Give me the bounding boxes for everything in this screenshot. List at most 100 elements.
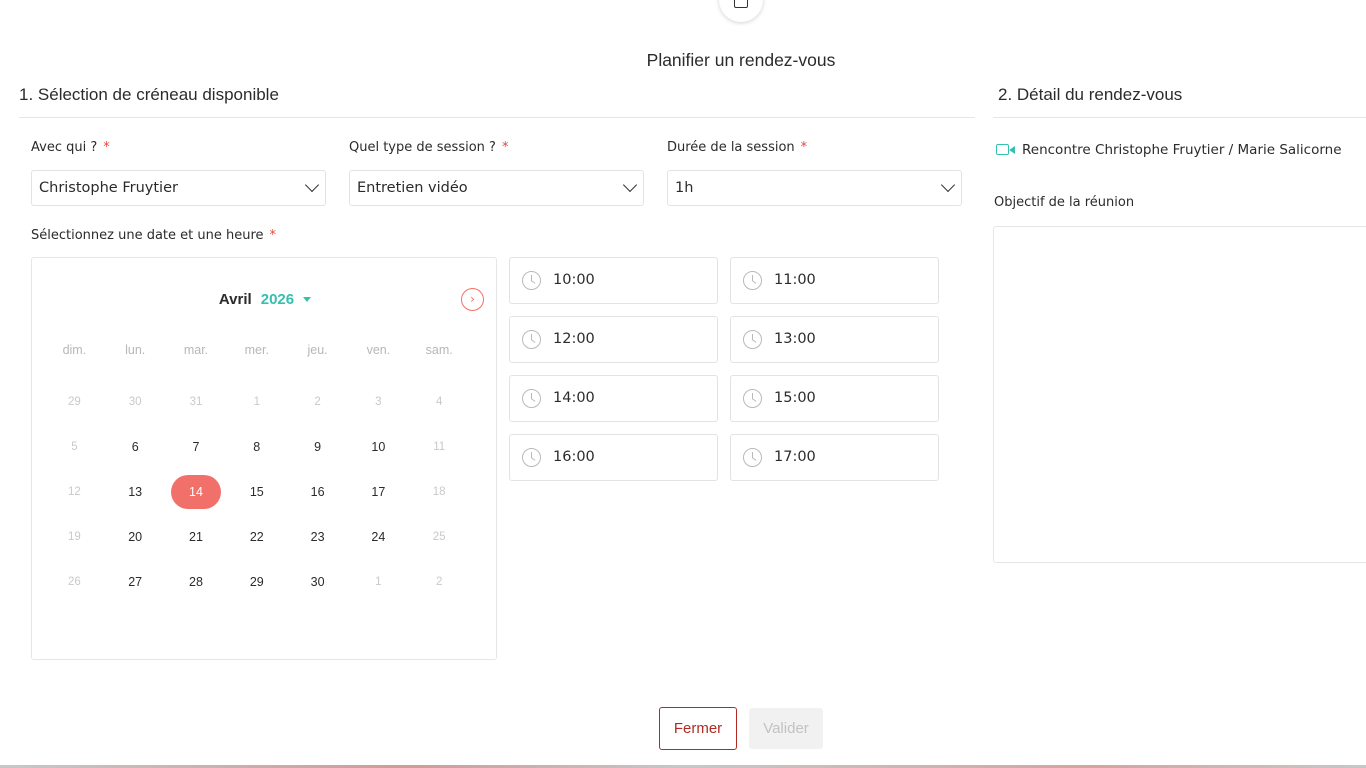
calendar-day[interactable]: 21 xyxy=(166,514,227,559)
weekday-label: lun. xyxy=(125,343,146,357)
calendar-day-number: 30 xyxy=(128,395,142,408)
date-time-label-text: Sélectionnez une date et une heure xyxy=(31,228,264,243)
calendar-day: 12 xyxy=(44,469,105,514)
calendar-day[interactable]: 28 xyxy=(166,559,227,604)
clock-icon xyxy=(743,330,762,349)
calendar-day-number: 23 xyxy=(310,529,325,544)
calendar-day-number: 19 xyxy=(67,530,81,543)
time-slot[interactable]: 14:00 xyxy=(509,375,718,422)
calendar-day-number: 12 xyxy=(67,485,81,498)
calendar-day-number: 14 xyxy=(170,474,221,509)
calendar-day[interactable]: 27 xyxy=(105,559,166,604)
calendar-year-selector[interactable]: 2026 xyxy=(261,289,312,308)
calendar-day: 5 xyxy=(44,424,105,469)
calendar-day: 4 xyxy=(409,379,470,424)
time-slot-label: 10:00 xyxy=(553,272,595,288)
calendar-day[interactable]: 22 xyxy=(226,514,287,559)
calendar-day-number: 31 xyxy=(189,395,203,408)
calendar-day: 2 xyxy=(287,379,348,424)
chevron-down-icon xyxy=(940,177,956,193)
calendar-day[interactable]: 24 xyxy=(348,514,409,559)
calendar-day: 29 xyxy=(44,379,105,424)
calendar-day: 30 xyxy=(105,379,166,424)
with-who-select[interactable]: Christophe Fruytier xyxy=(31,170,326,206)
time-slot[interactable]: 16:00 xyxy=(509,434,718,481)
calendar-day-number: 1 xyxy=(253,395,260,408)
required-mark: * xyxy=(501,140,509,155)
calendar-icon xyxy=(734,0,748,8)
calendar-day[interactable]: 15 xyxy=(226,469,287,514)
close-button[interactable]: Fermer xyxy=(659,707,737,750)
calendar-day-number: 26 xyxy=(67,575,81,588)
weekday-label: sam. xyxy=(425,343,453,357)
date-picker-calendar: Avril 2026 › dim. lun. mar. mer. jeu. ven. sam… xyxy=(31,257,497,660)
calendar-day-number: 16 xyxy=(310,484,325,499)
calendar-day[interactable]: 7 xyxy=(166,424,227,469)
session-type-label: Quel type de session ? * xyxy=(349,140,508,155)
duration-label: Durée de la session * xyxy=(667,140,807,155)
calendar-day[interactable]: 8 xyxy=(226,424,287,469)
validate-button[interactable]: Valider xyxy=(749,708,823,749)
calendar-day-number: 9 xyxy=(314,439,322,454)
clock-icon xyxy=(522,271,541,290)
calendar-day[interactable]: 16 xyxy=(287,469,348,514)
calendar-day-number: 29 xyxy=(249,574,264,589)
calendar-day[interactable]: 23 xyxy=(287,514,348,559)
time-slot[interactable]: 17:00 xyxy=(730,434,939,481)
next-month-button[interactable]: › xyxy=(461,288,484,311)
calendar-weekdays: dim. lun. mar. mer. jeu. ven. sam. xyxy=(44,343,474,357)
calendar-day: 26 xyxy=(44,559,105,604)
time-slot[interactable]: 15:00 xyxy=(730,375,939,422)
calendar-day: 25 xyxy=(409,514,470,559)
calendar-day[interactable]: 30 xyxy=(287,559,348,604)
calendar-day-number: 29 xyxy=(67,395,81,408)
calendar-day[interactable]: 20 xyxy=(105,514,166,559)
time-slot-label: 12:00 xyxy=(553,331,595,347)
session-type-label-text: Quel type de session ? xyxy=(349,140,496,155)
clock-icon xyxy=(522,389,541,408)
calendar-day-number: 15 xyxy=(249,484,264,499)
calendar-day[interactable]: 13 xyxy=(105,469,166,514)
required-mark: * xyxy=(800,140,808,155)
chevron-down-icon xyxy=(622,177,638,193)
calendar-days-grid: 29 30 31 1 2 3 4 5 6 7 8 9 10 11 12 13 14 15 16 17 18 19 20 21 2… xyxy=(44,379,474,604)
calendar-day[interactable]: 10 xyxy=(348,424,409,469)
calendar-day[interactable]: 29 xyxy=(226,559,287,604)
calendar-day-number: 20 xyxy=(128,529,143,544)
date-time-label: Sélectionnez une date et une heure * xyxy=(31,228,276,243)
session-type-value: Entretien vidéo xyxy=(357,180,468,196)
duration-select[interactable]: 1h xyxy=(667,170,962,206)
calendar-day-number: 2 xyxy=(314,395,321,408)
calendar-day-selected[interactable]: 14 xyxy=(166,469,227,514)
calendar-day[interactable]: 9 xyxy=(287,424,348,469)
calendar-day: 3 xyxy=(348,379,409,424)
calendar-day[interactable]: 17 xyxy=(348,469,409,514)
time-slot[interactable]: 10:00 xyxy=(509,257,718,304)
calendar-day-number: 11 xyxy=(433,440,446,453)
time-slot[interactable]: 11:00 xyxy=(730,257,939,304)
calendar-day-number: 1 xyxy=(375,575,382,588)
meeting-title: Rencontre Christophe Fruytier / Marie Sa… xyxy=(1022,142,1342,158)
time-slot[interactable]: 13:00 xyxy=(730,316,939,363)
section-2-title: 2. Détail du rendez-vous xyxy=(998,85,1183,104)
calendar-day-number: 4 xyxy=(435,395,443,408)
calendar-day-number: 18 xyxy=(432,485,446,498)
time-slot-label: 17:00 xyxy=(774,449,816,465)
calendar-day[interactable]: 6 xyxy=(105,424,166,469)
calendar-day-number: 21 xyxy=(189,529,203,544)
calendar-day-number: 2 xyxy=(435,575,443,588)
session-type-select[interactable]: Entretien vidéo xyxy=(349,170,644,206)
calendar-day: 18 xyxy=(409,469,470,514)
chevron-right-icon: › xyxy=(470,292,475,306)
time-slot[interactable]: 12:00 xyxy=(509,316,718,363)
modal-title: Planifier un rendez-vous xyxy=(646,50,836,70)
calendar-day-number: 25 xyxy=(432,530,446,543)
calendar-day: 1 xyxy=(226,379,287,424)
calendar-day-number: 13 xyxy=(128,484,143,499)
duration-label-text: Durée de la session xyxy=(667,140,795,155)
clock-icon xyxy=(743,389,762,408)
calendar-header: Avril 2026 xyxy=(32,289,498,308)
calendar-day: 1 xyxy=(348,559,409,604)
objective-textarea[interactable] xyxy=(993,226,1366,563)
modal-top-icon xyxy=(719,0,763,22)
